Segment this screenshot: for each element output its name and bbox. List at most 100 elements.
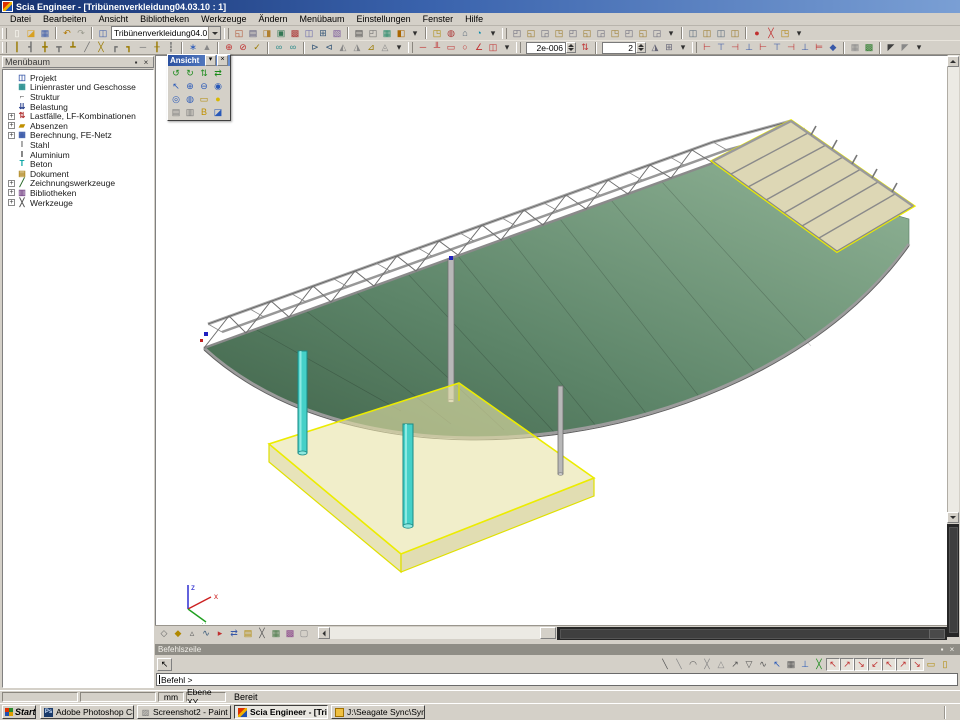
pin-icon[interactable]: ▪ <box>131 58 141 67</box>
dark-horizontal-scrollbar[interactable] <box>557 627 947 640</box>
scroll-dropdown-icon[interactable] <box>947 512 959 523</box>
tree-expander[interactable] <box>8 103 15 110</box>
ergebnis-icon[interactable]: ▩ <box>862 41 876 54</box>
fenster-4-icon[interactable]: ◳ <box>552 27 566 40</box>
gelenk-2-icon[interactable]: ⊤ <box>770 41 784 54</box>
pin-icon[interactable]: ▪ <box>937 645 947 654</box>
drehen-horizontal-icon[interactable]: ⇄ <box>211 67 225 80</box>
kreis-icon[interactable]: ○ <box>458 41 472 54</box>
snap-kurve-icon[interactable]: ∿ <box>756 658 770 671</box>
horizontal-scroll-thumb[interactable] <box>540 627 556 639</box>
zoom-fenster-icon[interactable]: ◉ <box>211 80 225 93</box>
stuetze-icon[interactable]: ┫ <box>24 41 38 54</box>
zoom-out-icon[interactable]: ⊖ <box>197 80 211 93</box>
modellwerkzeug-icon[interactable]: ╳ <box>255 627 269 640</box>
snap-richtung-icon[interactable]: ↗ <box>728 658 742 671</box>
traeger-icon[interactable]: ┳ <box>52 41 66 54</box>
snap-lotrecht-icon[interactable]: ⊥ <box>798 658 812 671</box>
geschoss-icon[interactable]: ◮ <box>648 41 662 54</box>
close-icon[interactable]: × <box>141 58 151 67</box>
drehen-links-icon[interactable]: ↺ <box>169 67 183 80</box>
aktualisieren-icon[interactable]: ◔ <box>472 27 486 40</box>
stab-icon[interactable]: ┃ <box>10 41 24 54</box>
beschriftung-icon[interactable]: ▤ <box>241 627 255 640</box>
filter-icon[interactable]: ⊲ <box>322 41 336 54</box>
messen-icon[interactable]: ⊿ <box>364 41 378 54</box>
fang-punkt-icon[interactable]: ↘ <box>910 658 924 671</box>
stop-icon[interactable]: ● <box>750 27 764 40</box>
tree-item-absenzen[interactable]: + ▰ Absenzen <box>3 121 153 131</box>
spinner-arrows[interactable] <box>566 42 576 53</box>
loeschen-icon[interactable]: ╳ <box>764 27 778 40</box>
toolbar-grip[interactable] <box>692 42 697 53</box>
perspektive-icon[interactable]: ◪ <box>211 106 225 119</box>
galerie-icon[interactable]: ◨ <box>260 27 274 40</box>
schnitt-icon[interactable]: ◬ <box>378 41 392 54</box>
snap-linie-icon[interactable]: ╲ <box>658 658 672 671</box>
menu-werkzeuge[interactable]: Werkzeuge <box>195 13 252 25</box>
unterzug-icon[interactable]: ┻ <box>66 41 80 54</box>
snap-abbrechen-icon[interactable]: ╳ <box>700 658 714 671</box>
ergebnisse-anzeigen-icon[interactable]: ∿ <box>199 627 213 640</box>
fang-endpunkt-icon[interactable]: ↖ <box>826 658 840 671</box>
start-button[interactable]: Start <box>2 705 36 719</box>
fenster-6-icon[interactable]: ◱ <box>580 27 594 40</box>
tree-expander[interactable]: + <box>8 199 15 206</box>
overflow-icon[interactable]: ▾ <box>392 41 406 54</box>
darstellung-drahtmodell-icon[interactable]: ◇ <box>157 627 171 640</box>
fenster-7-icon[interactable]: ◲ <box>594 27 608 40</box>
ansicht-einstellung-icon[interactable]: ▤ <box>169 106 183 119</box>
speichern-icon[interactable]: ▦ <box>38 27 52 40</box>
bemassung-icon[interactable]: ◫ <box>486 41 500 54</box>
tree-item-linienraster[interactable]: ▦ Linienraster und Geschosse <box>3 83 153 93</box>
statusbar-units[interactable]: mm <box>158 692 184 702</box>
tree-expander[interactable] <box>8 93 15 100</box>
layout-icon[interactable]: ▧ <box>330 27 344 40</box>
cursor-icon[interactable]: ↖ <box>169 80 183 93</box>
ebene-4-icon[interactable]: ◫ <box>728 27 742 40</box>
tree-expander[interactable]: + <box>8 113 15 120</box>
toolbar-grip[interactable] <box>408 42 413 53</box>
linien-icon[interactable]: ┇ <box>164 41 178 54</box>
lager-4-icon[interactable]: ⊥ <box>742 41 756 54</box>
raster-icon[interactable]: ⊞ <box>662 41 676 54</box>
zoom-in-icon[interactable]: ⊕ <box>183 80 197 93</box>
menu-bibliotheken[interactable]: Bibliotheken <box>134 13 195 25</box>
fenster-11-icon[interactable]: ◲ <box>650 27 664 40</box>
task-paint[interactable]: ▨ Screenshot2 - Paint <box>137 705 231 719</box>
flaechenfarben-icon[interactable]: ▩ <box>283 627 297 640</box>
tree-item-bibliotheken[interactable]: + ▥ Bibliotheken <box>3 188 153 198</box>
ansicht-palette-header[interactable]: Ansicht ▾ × <box>168 55 230 66</box>
zoom-auswahl-icon[interactable]: ◍ <box>183 93 197 106</box>
tree-expander[interactable] <box>8 170 15 177</box>
anzahl-spinner[interactable]: 2 <box>602 42 646 54</box>
tree-expander[interactable]: + <box>8 189 15 196</box>
snap-bogen-icon[interactable]: ◠ <box>686 658 700 671</box>
lasten-anzeigen-icon[interactable]: ▸ <box>213 627 227 640</box>
command-input[interactable]: Befehl > <box>156 673 958 686</box>
tree-item-lastfaelle[interactable]: + ⇅ Lastfälle, LF-Kombinationen <box>3 111 153 121</box>
vorschau-icon[interactable]: ◰ <box>366 27 380 40</box>
toolbar-grip[interactable] <box>502 28 507 39</box>
task-photoshop[interactable]: Ps Adobe Photoshop CS3 E... <box>40 705 134 719</box>
papierraum-icon[interactable]: ▣ <box>274 27 288 40</box>
licht-icon[interactable]: ● <box>211 93 225 106</box>
menu-datei[interactable]: Datei <box>4 13 37 25</box>
trennen-icon[interactable]: ∞ <box>286 41 300 54</box>
tree-expander[interactable] <box>8 84 15 91</box>
darstellung-gerendert-icon[interactable]: ◆ <box>171 627 185 640</box>
fang-schnittpunkt-icon[interactable]: ↘ <box>854 658 868 671</box>
tree-expander[interactable]: + <box>8 132 15 139</box>
toolbar-grip[interactable] <box>224 28 229 39</box>
tree-expander[interactable] <box>8 151 15 158</box>
tree-item-beton[interactable]: T Beton <box>3 159 153 169</box>
lager-2-icon[interactable]: ⊤ <box>714 41 728 54</box>
dark-vertical-scrollbar[interactable] <box>947 524 959 637</box>
fenster-2-icon[interactable]: ◱ <box>524 27 538 40</box>
menu-aendern[interactable]: Ändern <box>252 13 293 25</box>
oeffnen-icon[interactable]: ◪ <box>24 27 38 40</box>
sichtbarkeit-icon[interactable]: ◮ <box>350 41 364 54</box>
close-icon[interactable]: × <box>947 645 957 654</box>
combo-dropdown-icon[interactable] <box>208 27 220 39</box>
toolbar-grip[interactable] <box>516 42 521 53</box>
